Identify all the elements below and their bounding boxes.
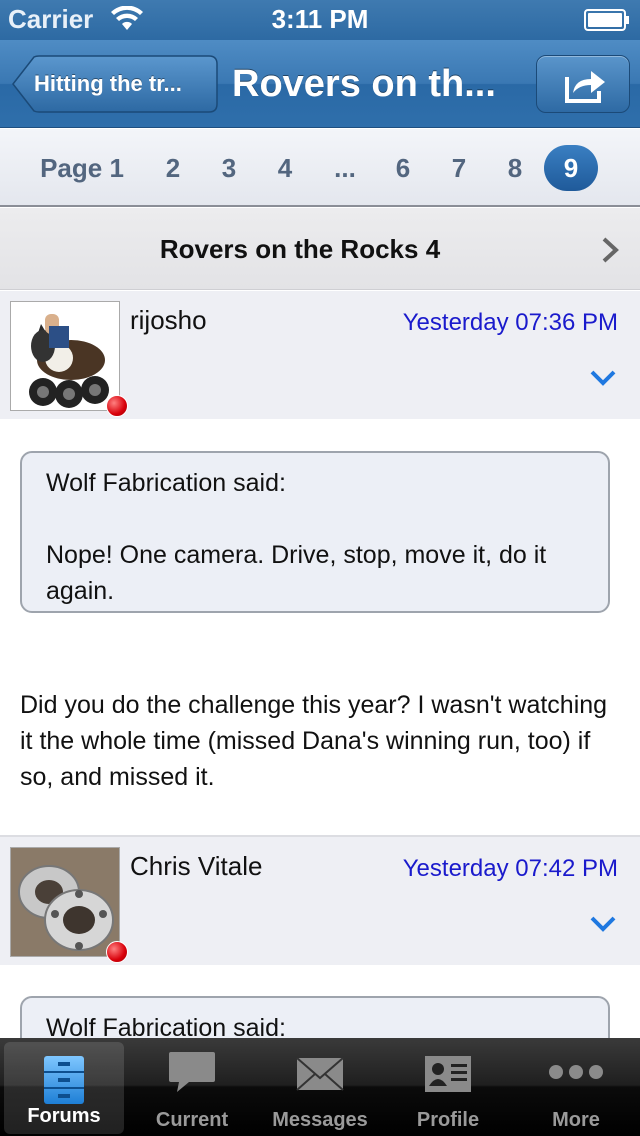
quote-box: Wolf Fabrication said: <box>20 996 610 1038</box>
tab-messages[interactable]: Messages <box>256 1038 384 1136</box>
envelope-icon <box>296 1057 344 1091</box>
tab-forums[interactable]: Forums <box>4 1042 124 1134</box>
tab-label: Current <box>155 1109 229 1131</box>
avatar[interactable] <box>10 301 120 411</box>
page-link-4[interactable]: 4 <box>270 146 300 190</box>
share-icon <box>565 71 605 103</box>
tab-label: Messages <box>272 1109 368 1131</box>
back-button[interactable]: Hitting the tr... <box>12 55 218 113</box>
page-link-current[interactable]: 9 <box>544 145 598 191</box>
nav-bar: Hitting the tr... Rovers on th... <box>0 40 640 128</box>
page-link-6[interactable]: 6 <box>388 146 418 190</box>
page-title: Rovers on th... <box>232 63 496 105</box>
status-bar: Carrier 3:11 PM <box>0 0 640 40</box>
post-date: Yesterday 07:42 PM <box>402 855 618 882</box>
back-button-label: Hitting the tr... <box>34 71 182 96</box>
tab-more[interactable]: More <box>512 1038 640 1136</box>
post-body: Wolf Fabrication said: Nope! One camera.… <box>0 419 640 835</box>
tab-current[interactable]: Current <box>128 1038 256 1136</box>
tab-label: Forums <box>27 1105 101 1127</box>
cabinet-icon <box>44 1056 84 1104</box>
page-link-8[interactable]: 8 <box>500 146 530 190</box>
tab-label: Profile <box>416 1109 480 1131</box>
thread-header[interactable]: Rovers on the Rocks 4 <box>0 208 640 290</box>
chevron-right-icon <box>602 237 619 263</box>
page-link-1[interactable]: Page 1 <box>34 146 130 190</box>
page-link-2[interactable]: 2 <box>158 146 188 190</box>
chevron-down-icon[interactable] <box>590 915 616 933</box>
offline-status-dot <box>106 395 128 417</box>
post-body: Wolf Fabrication said: <box>0 965 640 1038</box>
page-selector: Page 1 2 3 4 ... 6 7 8 9 <box>0 129 640 207</box>
post-date: Yesterday 07:36 PM <box>402 309 618 336</box>
post-header: Chris Vitale Yesterday 07:42 PM <box>0 837 640 965</box>
thread-title: Rovers on the Rocks 4 <box>159 234 441 264</box>
avatar-image <box>11 302 119 410</box>
status-time: 3:11 PM <box>271 4 369 34</box>
tab-label: More <box>552 1109 600 1131</box>
avatar[interactable] <box>10 847 120 957</box>
share-button[interactable] <box>536 55 630 113</box>
page-link-3[interactable]: 3 <box>214 146 244 190</box>
speech-bubble-icon <box>169 1052 215 1092</box>
id-card-icon <box>425 1056 471 1092</box>
avatar-image <box>11 848 119 956</box>
page-ellipsis[interactable]: ... <box>326 146 364 190</box>
more-dots-icon <box>549 1065 603 1079</box>
post-username[interactable]: Chris Vitale <box>130 851 262 882</box>
battery-icon <box>584 9 629 31</box>
quote-author: Wolf Fabrication said: <box>46 469 286 497</box>
quote-box: Wolf Fabrication said: Nope! One camera.… <box>20 451 610 613</box>
quote-author: Wolf Fabrication said: <box>46 1014 286 1038</box>
chevron-down-icon[interactable] <box>590 369 616 387</box>
quote-text: Nope! One camera. Drive, stop, move it, … <box>46 541 547 605</box>
tab-bar: Forums Current Messages Profile More <box>0 1038 640 1136</box>
tab-profile[interactable]: Profile <box>384 1038 512 1136</box>
post-header: rijosho Yesterday 07:36 PM <box>0 291 640 419</box>
post-text: Did you do the challenge this year? I wa… <box>20 691 608 791</box>
offline-status-dot <box>106 941 128 963</box>
page-link-7[interactable]: 7 <box>444 146 474 190</box>
post-username[interactable]: rijosho <box>130 305 207 336</box>
